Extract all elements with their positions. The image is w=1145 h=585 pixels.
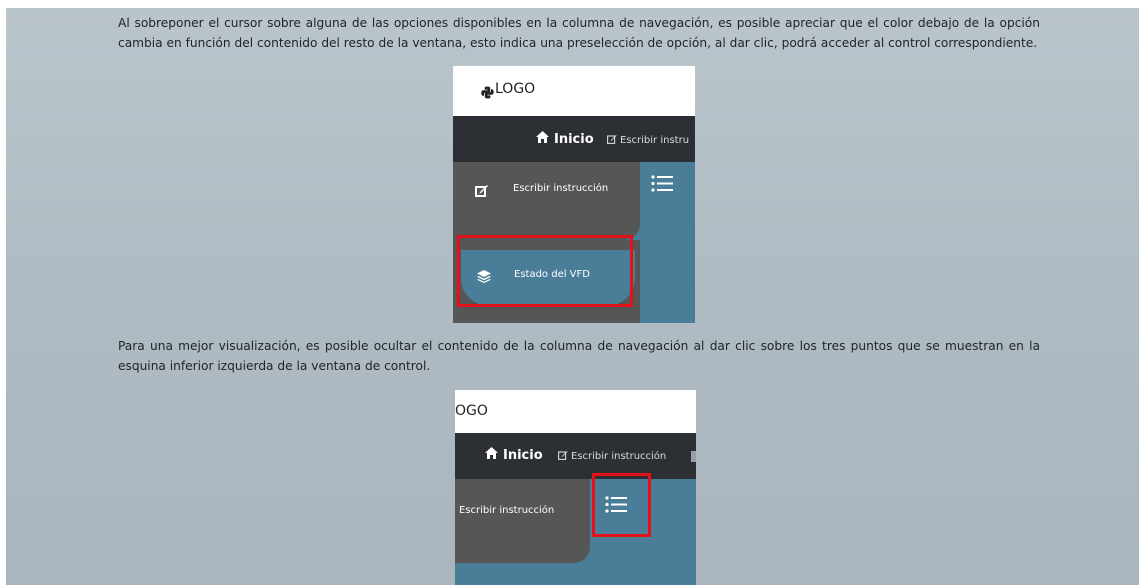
sidebar[interactable]: Escribir instrucción xyxy=(455,479,590,563)
edit-icon xyxy=(558,450,568,463)
logo-text: OGO xyxy=(455,403,488,419)
screenshot-hide-sidebar: OGO Inicio Escribir instrucción Escribir… xyxy=(455,390,696,585)
nav-inicio-label: Inicio xyxy=(554,131,594,147)
list-icon[interactable] xyxy=(651,175,673,196)
sidebar-item-escribir[interactable]: Escribir instrucción xyxy=(459,505,554,516)
edit-icon xyxy=(475,182,489,201)
nav-inicio-link[interactable]: Inicio xyxy=(485,447,543,463)
nav-inicio-label: Inicio xyxy=(503,447,543,463)
screenshot-sidebar-hover: LOGO Inicio Escribir instru Escribir ins… xyxy=(453,66,695,323)
nav-inicio-link[interactable]: Inicio xyxy=(536,131,594,147)
logo-text: LOGO xyxy=(495,81,536,97)
app-header: OGO xyxy=(455,390,696,433)
nav-escribir-link[interactable]: Escribir instru xyxy=(607,134,689,147)
home-icon xyxy=(536,131,549,147)
sidebar-item-escribir[interactable]: Escribir instrucción xyxy=(475,182,608,201)
top-navbar: Inicio Escribir instrucción xyxy=(455,433,696,479)
nav-escribir-label: Escribir instrucción xyxy=(571,451,667,462)
python-logo-icon xyxy=(481,84,494,103)
highlight-box xyxy=(592,473,651,537)
nav-escribir-link[interactable]: Escribir instrucción xyxy=(558,450,666,463)
home-icon xyxy=(485,447,498,463)
paragraph-hide-sidebar: Para una mejor visualización, es posible… xyxy=(118,339,1040,373)
sidebar-item-label: Escribir instrucción xyxy=(513,183,609,194)
paragraph-hover-explanation: Al sobreponer el cursor sobre alguna de … xyxy=(118,16,1040,50)
app-header: LOGO xyxy=(453,66,695,116)
edit-icon xyxy=(607,134,617,147)
nav-escribir-label: Escribir instru xyxy=(620,135,690,146)
top-navbar: Inicio Escribir instru xyxy=(453,116,695,162)
document-page: Al sobreponer el cursor sobre alguna de … xyxy=(6,8,1139,585)
sidebar: Escribir instrucción xyxy=(453,162,640,240)
partial-nav-icon xyxy=(691,451,696,462)
highlight-box xyxy=(457,235,633,307)
